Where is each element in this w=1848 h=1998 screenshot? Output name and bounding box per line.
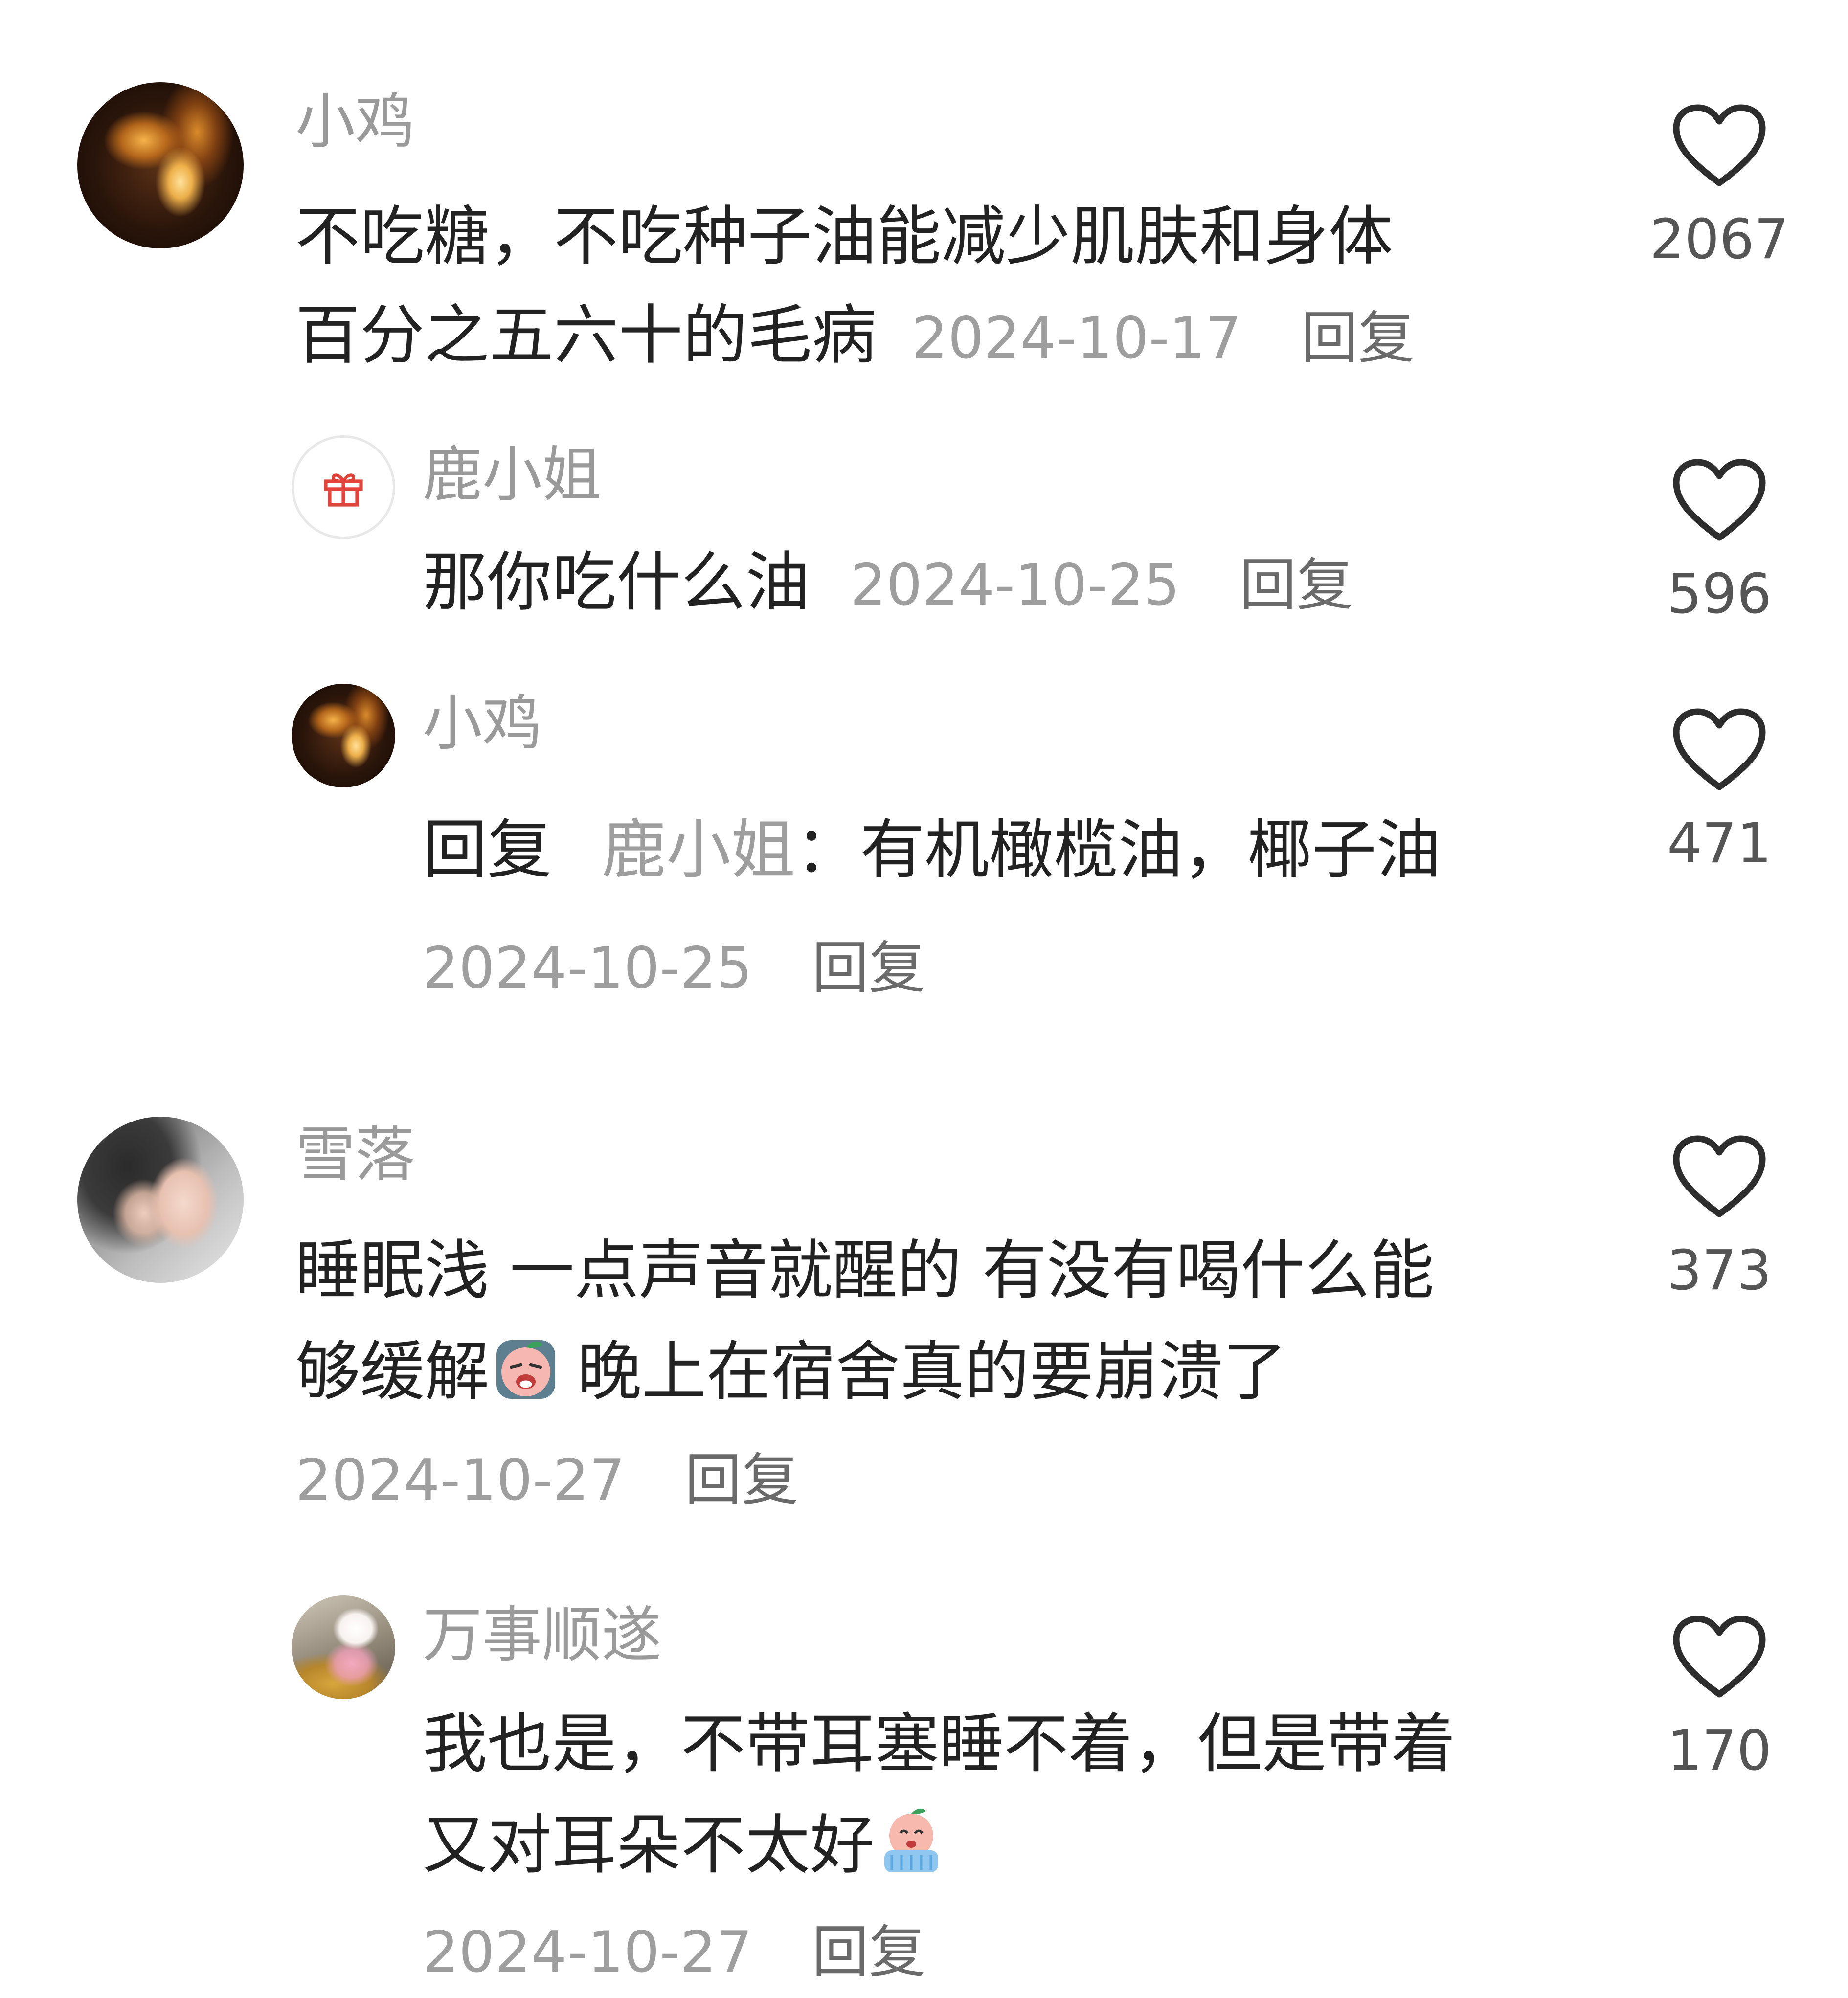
comment-date: 2024-10-17 — [911, 305, 1242, 371]
comment-text: 百分之五六十的毛病 — [295, 298, 877, 373]
user-avatar[interactable] — [292, 1595, 395, 1699]
like-count: 373 — [1667, 1239, 1772, 1302]
user-avatar[interactable] — [292, 684, 395, 787]
username[interactable]: 鹿小姐 — [423, 445, 602, 505]
user-avatar[interactable] — [77, 82, 244, 248]
like-button[interactable]: 373 — [1646, 1134, 1793, 1298]
reply-separator: ： — [795, 812, 860, 888]
comment-date: 2024-10-25 — [423, 935, 753, 1001]
like-count: 170 — [1667, 1719, 1772, 1783]
like-count: 2067 — [1649, 208, 1789, 271]
heart-outline-icon — [1673, 1135, 1766, 1217]
reply-button[interactable]: 回复 — [812, 935, 925, 1001]
reply-prefix: 回复 — [423, 812, 552, 888]
user-avatar[interactable] — [292, 435, 395, 539]
heart-outline-icon — [1673, 459, 1766, 541]
comment-text-line2: 够缓解 晚上在宿舍真的要崩溃了 — [295, 1330, 1287, 1404]
reply-button[interactable]: 回复 — [812, 1919, 925, 1985]
username[interactable]: 雪落 — [295, 1125, 415, 1185]
comment-text-line2: 又对耳朵不太好 — [423, 1804, 948, 1878]
heart-outline-icon — [1673, 104, 1766, 186]
like-button[interactable]: 2067 — [1646, 103, 1793, 267]
heart-outline-icon — [1673, 708, 1766, 790]
username[interactable]: 万事顺遂 — [423, 1605, 661, 1665]
user-avatar[interactable] — [77, 1117, 244, 1283]
comment-meta: 2024-10-25 回复 — [423, 933, 925, 998]
reply-to-user[interactable]: 鹿小姐 — [602, 812, 795, 888]
username[interactable]: 小鸡 — [423, 694, 542, 753]
reply-button[interactable]: 回复 — [1301, 305, 1415, 371]
comment-meta: 2024-10-27 回复 — [423, 1917, 925, 1982]
heart-outline-icon — [1673, 1616, 1766, 1698]
username[interactable]: 小鸡 — [295, 92, 415, 152]
comment-text: 不吃糖，不吃种子油能减少肌肤和身体 — [295, 199, 1393, 274]
comment-meta: 2024-10-27 回复 — [295, 1445, 798, 1510]
comment-text: 够缓解 — [295, 1334, 489, 1410]
comment-text: 睡眠浅 一点声音就醒的 有没有喝什么能 — [295, 1233, 1434, 1308]
comment-date: 2024-10-27 — [423, 1919, 753, 1985]
comment-text: 晚上在宿舍真的要崩溃了 — [577, 1334, 1287, 1410]
reply-button[interactable]: 回复 — [685, 1447, 798, 1513]
comment-text-line2: 百分之五六十的毛病 2024-10-17 回复 — [295, 303, 1415, 368]
comment-text: 有机橄榄油，椰子油 — [859, 812, 1441, 888]
like-button[interactable]: 596 — [1646, 457, 1793, 622]
like-button[interactable]: 170 — [1646, 1614, 1793, 1778]
comment-text: 那你吃什么油 — [423, 545, 810, 620]
reply-button[interactable]: 回复 — [1240, 552, 1353, 618]
like-count: 596 — [1667, 562, 1772, 626]
comment-date: 2024-10-27 — [295, 1447, 626, 1513]
comment-text-line: 回复 鹿小姐：有机橄榄油，椰子油 — [423, 818, 1441, 882]
comment-text-line: 那你吃什么油 2024-10-25 回复 — [423, 550, 1353, 615]
comment-text: 我也是，不带耳塞睡不着，但是带着 — [423, 1706, 1456, 1782]
tearful-face-emoji — [884, 1808, 938, 1872]
comment-text: 又对耳朵不太好 — [423, 1808, 875, 1883]
comment-date: 2024-10-25 — [850, 552, 1180, 618]
crying-face-emoji — [496, 1340, 555, 1399]
like-count: 471 — [1667, 812, 1772, 876]
like-button[interactable]: 471 — [1646, 707, 1793, 871]
gift-icon — [324, 473, 363, 507]
